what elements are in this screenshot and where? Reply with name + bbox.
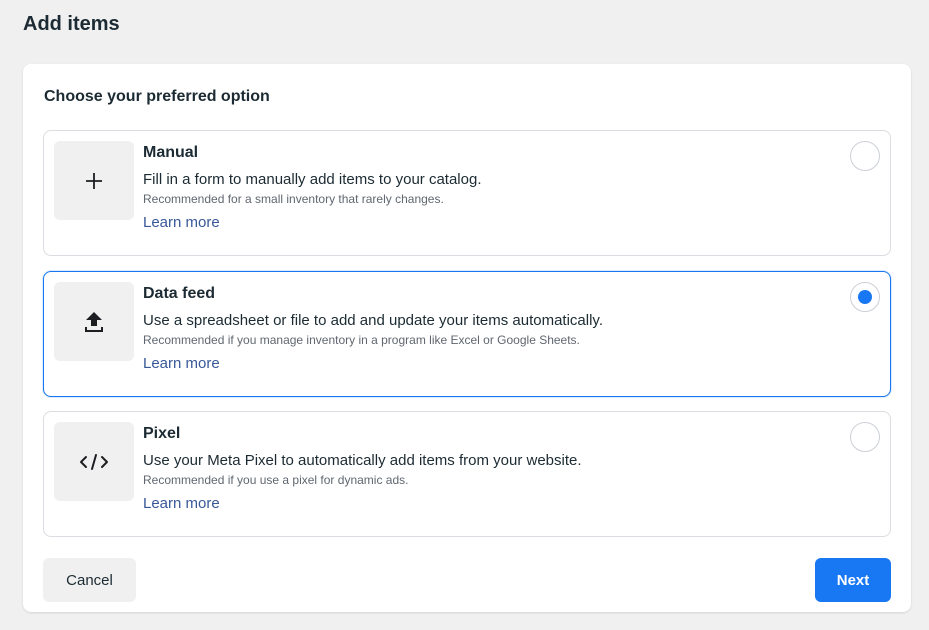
page-title: Add items bbox=[23, 13, 120, 35]
learn-more-link[interactable]: Learn more bbox=[143, 494, 220, 514]
option-title: Data feed bbox=[143, 285, 216, 302]
option-subtext: Recommended for a small inventory that r… bbox=[143, 192, 444, 206]
learn-more-link[interactable]: Learn more bbox=[143, 354, 220, 374]
code-icon bbox=[54, 422, 134, 501]
option-pixel[interactable]: Pixel Use your Meta Pixel to automatical… bbox=[43, 411, 891, 537]
radio-pixel[interactable] bbox=[850, 422, 880, 452]
option-title: Pixel bbox=[143, 425, 181, 442]
radio-data-feed[interactable] bbox=[850, 282, 880, 312]
option-title: Manual bbox=[143, 144, 199, 161]
cancel-button[interactable]: Cancel bbox=[43, 558, 136, 602]
next-button[interactable]: Next bbox=[815, 558, 891, 602]
options-card: Choose your preferred option Manual Fill… bbox=[23, 64, 911, 612]
radio-manual[interactable] bbox=[850, 141, 880, 171]
option-description: Use a spreadsheet or file to add and upd… bbox=[143, 312, 603, 329]
learn-more-link[interactable]: Learn more bbox=[143, 213, 220, 233]
plus-icon bbox=[54, 141, 134, 220]
upload-icon bbox=[54, 282, 134, 361]
option-description: Fill in a form to manually add items to … bbox=[143, 171, 482, 188]
option-description: Use your Meta Pixel to automatically add… bbox=[143, 452, 582, 469]
option-manual[interactable]: Manual Fill in a form to manually add it… bbox=[43, 130, 891, 256]
option-subtext: Recommended if you use a pixel for dynam… bbox=[143, 473, 409, 487]
option-data-feed[interactable]: Data feed Use a spreadsheet or file to a… bbox=[43, 271, 891, 397]
card-heading: Choose your preferred option bbox=[44, 88, 270, 105]
option-subtext: Recommended if you manage inventory in a… bbox=[143, 333, 580, 347]
